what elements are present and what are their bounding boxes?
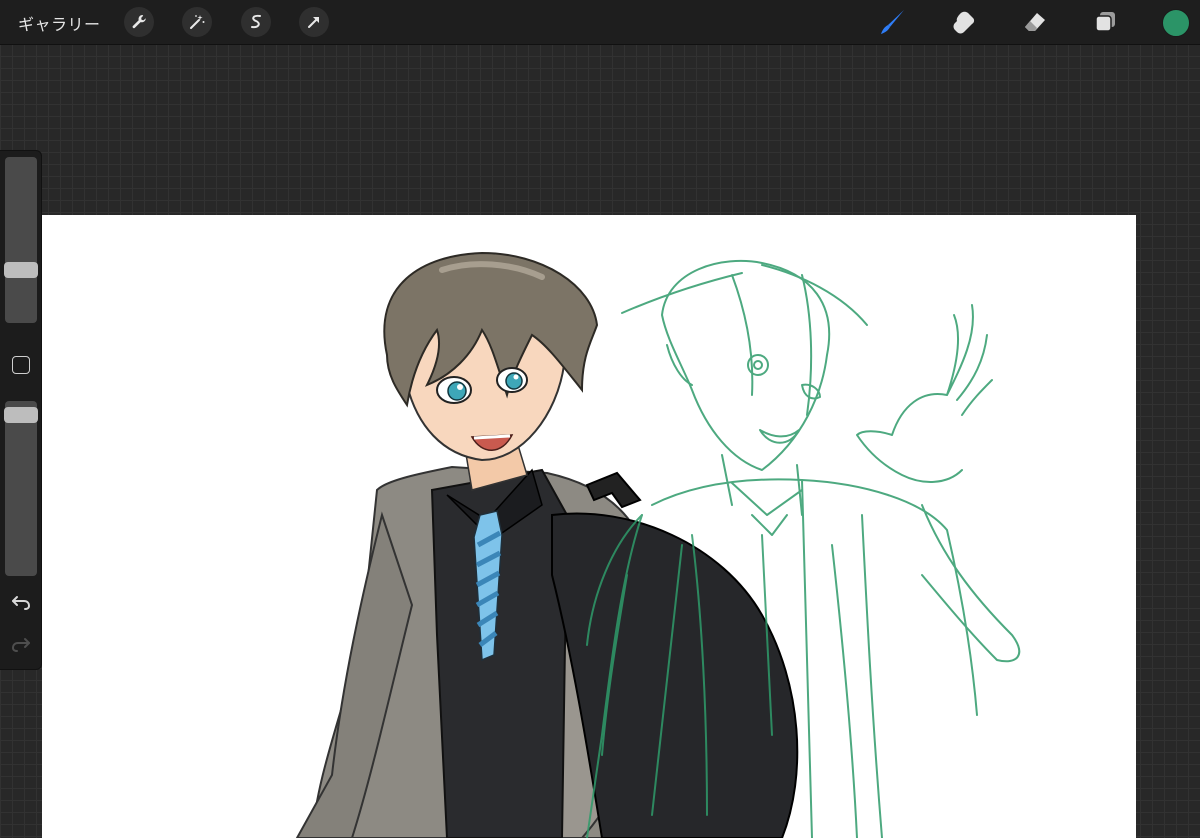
redo-icon[interactable] xyxy=(10,633,32,655)
opacity-slider[interactable] xyxy=(5,401,37,576)
color-picker-button[interactable] xyxy=(1162,9,1190,37)
opacity-slider-thumb[interactable] xyxy=(4,407,38,423)
magic-wand-icon xyxy=(190,15,205,29)
smudge-tool-button[interactable] xyxy=(948,6,980,38)
wrench-icon xyxy=(132,15,146,29)
top-toolbar: ギャラリー xyxy=(0,0,1200,45)
drawing-canvas[interactable] xyxy=(42,215,1136,838)
adjustments-button[interactable] xyxy=(182,7,212,37)
brush-tool-button[interactable] xyxy=(877,6,909,38)
modify-button[interactable] xyxy=(12,356,30,374)
selection-icon xyxy=(251,14,261,29)
undo-icon[interactable] xyxy=(10,591,32,613)
left-sidebar xyxy=(0,150,42,670)
actions-button[interactable] xyxy=(124,7,154,37)
layers-icon xyxy=(1095,12,1115,32)
eraser-tool-button[interactable] xyxy=(1018,6,1050,38)
artwork-illustration xyxy=(295,251,1021,838)
selection-button[interactable] xyxy=(241,7,271,37)
transform-arrow-icon xyxy=(308,17,319,28)
smudge-icon xyxy=(953,11,975,34)
eraser-icon xyxy=(1025,13,1045,31)
gallery-button[interactable]: ギャラリー xyxy=(18,11,101,35)
layers-button[interactable] xyxy=(1089,6,1121,38)
brush-size-slider-thumb[interactable] xyxy=(4,262,38,278)
brush-size-slider[interactable] xyxy=(5,157,37,323)
transform-button[interactable] xyxy=(299,7,329,37)
colored-character xyxy=(295,251,799,838)
brush-icon xyxy=(881,10,904,34)
